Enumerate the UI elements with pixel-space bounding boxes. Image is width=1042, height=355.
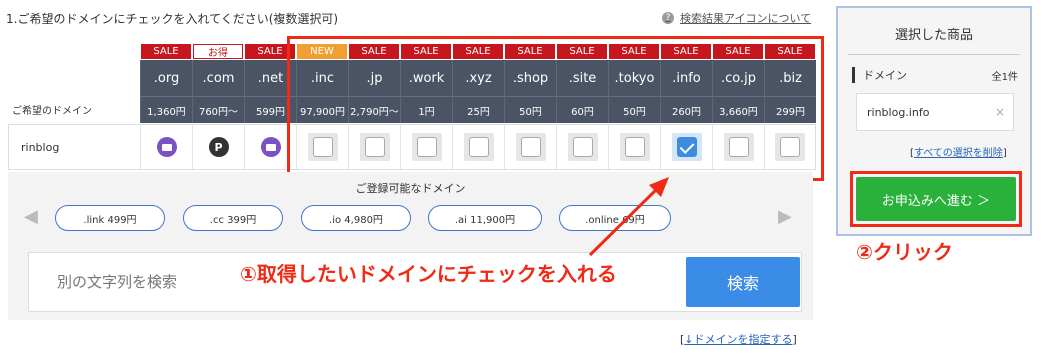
step1-annotation: ①取得したいドメインにチェックを入れる bbox=[240, 262, 617, 286]
selected-domain-name: rinblog.info bbox=[867, 105, 930, 119]
selected-products-panel: 選択した商品 ドメイン 全1件 rinblog.info × [すべての選択を削… bbox=[836, 6, 1032, 236]
specify-domain-link[interactable]: ↓ドメインを指定する bbox=[684, 333, 792, 346]
apply-highlight: お申込みへ進む ＞ bbox=[850, 171, 1022, 227]
specify-bracket-close: ] bbox=[792, 333, 797, 346]
panel-divider bbox=[848, 54, 1020, 55]
specify-domain: [↓ドメインを指定する] bbox=[680, 331, 797, 347]
panel-count: 全1件 bbox=[991, 72, 1018, 83]
clear-selection: [すべての選択を削除] bbox=[910, 144, 1007, 159]
apply-button[interactable]: お申込みへ進む ＞ bbox=[856, 177, 1016, 221]
panel-title: 選択した商品 bbox=[894, 28, 973, 43]
selected-domain-item: rinblog.info × bbox=[856, 93, 1014, 131]
clear-selection-link[interactable]: すべての選択を削除 bbox=[914, 148, 1003, 159]
remove-icon[interactable]: × bbox=[995, 105, 1005, 119]
step2-annotation: ②クリック bbox=[856, 240, 953, 264]
panel-domain-label: ドメイン bbox=[852, 67, 907, 83]
clear-bracket-close: ] bbox=[1002, 148, 1007, 159]
